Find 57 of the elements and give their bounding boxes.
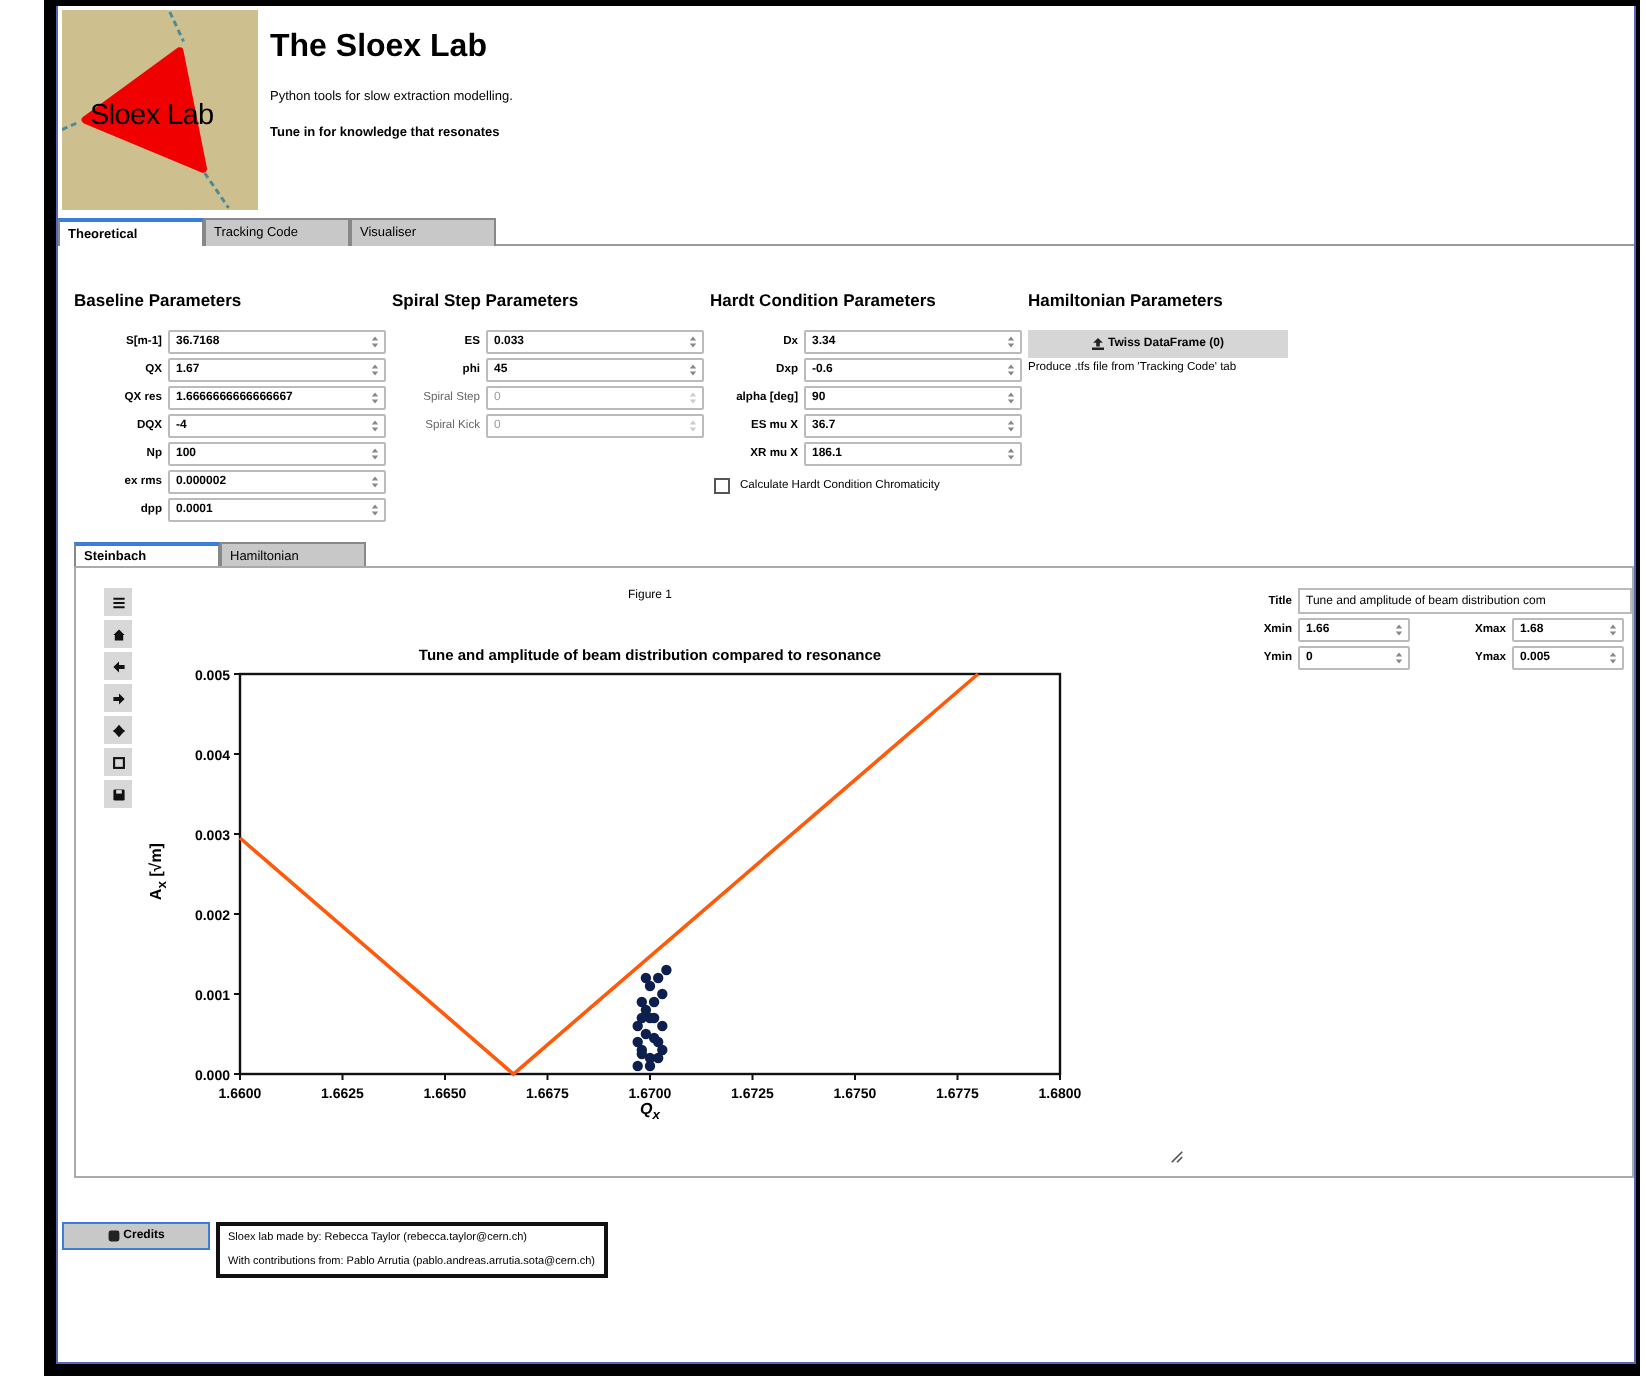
- spinner-icon[interactable]: [1006, 418, 1016, 434]
- x-tick: [956, 1073, 959, 1081]
- spinner-icon[interactable]: [1006, 390, 1016, 406]
- x-tick: [239, 1073, 241, 1081]
- forward-button[interactable]: [104, 684, 132, 712]
- section-heading: Hamiltonian Parameters: [1028, 290, 1225, 310]
- spinner-icon[interactable]: [1006, 446, 1016, 462]
- upload-icon: [1092, 338, 1105, 350]
- section-heading: Baseline Parameters: [74, 290, 244, 310]
- spinner-icon[interactable]: [370, 474, 380, 490]
- x-tick: [546, 1073, 549, 1081]
- back-button[interactable]: [104, 652, 132, 680]
- spinner-icon[interactable]: [370, 334, 380, 350]
- spinner-icon[interactable]: [1006, 362, 1016, 378]
- menu-icon: [111, 595, 125, 609]
- spinner-icon[interactable]: [688, 334, 698, 350]
- x-tick: [341, 1073, 344, 1081]
- spinner-icon[interactable]: [1394, 650, 1404, 666]
- left-arrow-icon: [111, 659, 125, 673]
- resize-grip-icon[interactable]: [1170, 1150, 1184, 1164]
- x-axis-label: Q$_{x}$: [638, 1100, 662, 1124]
- spinner-icon[interactable]: [370, 502, 380, 518]
- checkbox[interactable]: [714, 478, 730, 494]
- spinner-icon[interactable]: [370, 390, 380, 406]
- y-tick: [233, 673, 241, 675]
- app-title: The Sloex Lab: [270, 30, 489, 66]
- x-tick: [444, 1073, 446, 1081]
- y-tick: [233, 833, 241, 835]
- y-tick: [233, 993, 241, 995]
- spinner-icon[interactable]: [370, 362, 380, 378]
- spinner-icon[interactable]: [1608, 622, 1618, 638]
- x-tick: [649, 1073, 651, 1081]
- section-heading: Hardt Condition Parameters: [710, 290, 938, 310]
- spinner-icon[interactable]: [370, 418, 380, 434]
- spinner-icon[interactable]: [370, 446, 380, 462]
- square-icon: [111, 755, 125, 769]
- save-icon: [111, 787, 125, 801]
- section-heading: Spiral Step Parameters: [392, 290, 581, 310]
- y-tick: [233, 753, 241, 755]
- home-icon: [111, 627, 125, 641]
- spinner-icon[interactable]: [688, 362, 698, 378]
- info-icon: [107, 1230, 120, 1242]
- x-tick: [751, 1073, 754, 1081]
- y-tick: [233, 1073, 241, 1075]
- x-tick: [854, 1073, 856, 1081]
- home-button[interactable]: [104, 620, 132, 648]
- zoom-button[interactable]: [104, 748, 132, 776]
- menu-button[interactable]: [104, 588, 132, 616]
- move-icon: [111, 723, 125, 737]
- spinner-icon[interactable]: [1394, 622, 1404, 638]
- right-arrow-icon: [111, 691, 125, 705]
- save-button[interactable]: [104, 780, 132, 808]
- x-tick: [1059, 1073, 1061, 1081]
- spinner-icon[interactable]: [1006, 334, 1016, 350]
- y-tick: [233, 913, 241, 915]
- move-button[interactable]: [104, 716, 132, 744]
- spinner-icon[interactable]: [1608, 650, 1618, 666]
